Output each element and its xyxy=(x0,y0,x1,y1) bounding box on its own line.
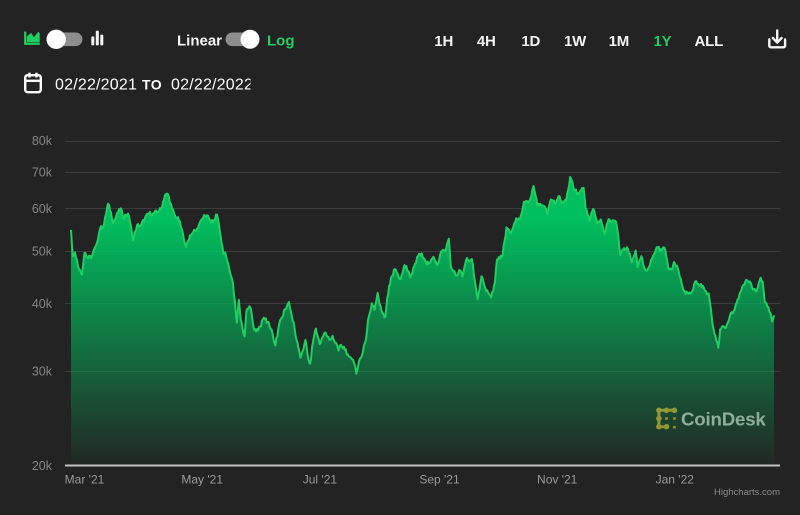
svg-text:50k: 50k xyxy=(32,245,53,259)
svg-text:Nov '21: Nov '21 xyxy=(537,473,578,487)
svg-text:Highcharts.com: Highcharts.com xyxy=(714,487,780,498)
svg-text:May '21: May '21 xyxy=(181,473,223,487)
svg-text:30k: 30k xyxy=(32,364,53,378)
svg-text:60k: 60k xyxy=(32,202,53,216)
svg-text:Jul '21: Jul '21 xyxy=(303,473,338,487)
svg-text:02/22/2021: 02/22/2021 xyxy=(55,77,137,94)
svg-text:70k: 70k xyxy=(32,166,53,180)
svg-text:1Y: 1Y xyxy=(654,33,672,50)
svg-text:ALL: ALL xyxy=(695,33,724,50)
svg-text:02/22/2022: 02/22/2022 xyxy=(171,77,253,94)
svg-text:Linear: Linear xyxy=(177,32,222,49)
svg-text:TO: TO xyxy=(142,77,162,93)
svg-text:1W: 1W xyxy=(564,33,587,50)
svg-text:20k: 20k xyxy=(32,459,53,473)
svg-text:Sep '21: Sep '21 xyxy=(419,473,460,487)
svg-text:Log: Log xyxy=(267,32,295,49)
svg-text:4H: 4H xyxy=(477,33,496,50)
svg-text:40k: 40k xyxy=(32,297,53,311)
svg-text:Jan '22: Jan '22 xyxy=(656,473,695,487)
svg-text:1D: 1D xyxy=(521,33,540,50)
svg-text:Mar '21: Mar '21 xyxy=(65,473,105,487)
svg-text:1H: 1H xyxy=(434,33,453,50)
svg-text:CoinDesk: CoinDesk xyxy=(681,408,766,429)
svg-text:80k: 80k xyxy=(32,134,53,148)
svg-text:1M: 1M xyxy=(609,33,629,50)
